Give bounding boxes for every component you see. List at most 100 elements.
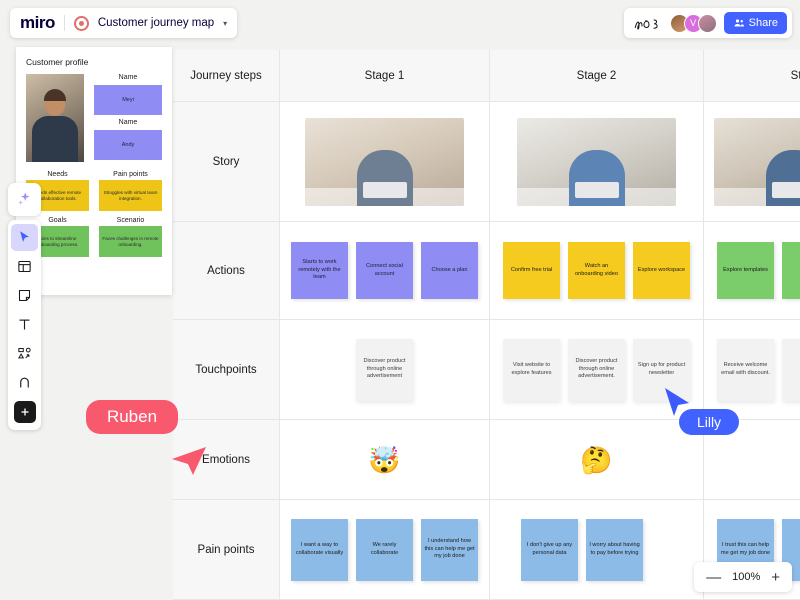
- story-image-stage-2[interactable]: [517, 117, 676, 206]
- chevron-down-icon[interactable]: ▾: [223, 19, 227, 28]
- shapes-icon: [18, 347, 31, 359]
- ruben-cursor-arrow-icon: [172, 447, 206, 475]
- story-stage-1-cell[interactable]: [280, 102, 490, 222]
- divider: [63, 15, 65, 31]
- sticky-note[interactable]: I understand how this can help me get my…: [421, 518, 478, 581]
- top-bar-right[interactable]: V Share: [623, 8, 792, 38]
- sticky-note[interactable]: Watch an onboarding video: [568, 242, 625, 299]
- cursor-icon: [20, 231, 29, 242]
- emotion-emoji[interactable]: 🤔: [580, 447, 612, 473]
- sticky-note[interactable]: [782, 338, 800, 401]
- stage-1-label: Stage 1: [364, 69, 405, 82]
- pain-points-stage-1-cell[interactable]: I want a way to collaborate visually We …: [280, 500, 490, 600]
- people-icon: [734, 19, 744, 27]
- row-label-pain-points: Pain points: [173, 500, 280, 600]
- actions-label: Actions: [207, 264, 245, 277]
- stage-3-header[interactable]: Stage 3: [704, 50, 800, 102]
- story-image-stage-3[interactable]: [714, 117, 800, 206]
- avatar[interactable]: [697, 13, 717, 33]
- story-image-stage-1[interactable]: [305, 117, 464, 206]
- sticky-note[interactable]: Connect social account: [356, 242, 413, 299]
- cursor-label-lilly: Lilly: [679, 409, 739, 435]
- sticky-note[interactable]: Explore workspace: [633, 242, 690, 299]
- sticky-note-tool[interactable]: [11, 282, 38, 309]
- sticky-note[interactable]: I want a way to collaborate visually: [291, 518, 348, 581]
- templates-tool[interactable]: [11, 253, 38, 280]
- miro-logo[interactable]: miro: [20, 13, 55, 33]
- scenario-label: Scenario: [116, 217, 145, 224]
- pen-tool[interactable]: [11, 369, 38, 396]
- sticky-note[interactable]: I don't give up any personal data: [521, 518, 578, 581]
- sticky-note[interactable]: Explore templates: [717, 242, 774, 299]
- zoom-in-button[interactable]: +: [771, 570, 780, 585]
- sticky-note[interactable]: I worry about having to pay before tryin…: [586, 518, 643, 581]
- pain-points-profile-label: Pain points: [113, 171, 148, 178]
- touchpoints-stage-3-cell[interactable]: Receive welcome email with discount.: [704, 320, 800, 420]
- sticky-note[interactable]: [782, 242, 800, 299]
- touchpoints-label: Touchpoints: [195, 363, 257, 376]
- sticky-note[interactable]: Starts to work remotely with the team: [291, 242, 348, 299]
- share-button[interactable]: Share: [723, 12, 787, 34]
- emotions-stage-1-cell[interactable]: 🤯: [280, 420, 490, 500]
- stage-2-label: Stage 2: [576, 69, 617, 82]
- sticky-note[interactable]: Receive welcome email with discount.: [717, 338, 774, 401]
- customer-profile-photo: [26, 74, 84, 162]
- board-title[interactable]: Customer journey map: [98, 17, 214, 29]
- story-stage-3-cell[interactable]: [704, 102, 800, 222]
- shapes-tool[interactable]: [11, 340, 38, 367]
- sticky-note[interactable]: Confirm free trial: [503, 242, 560, 299]
- sticky-note[interactable]: Choose a plan: [421, 242, 478, 299]
- sticky-note[interactable]: Discover product through online advertis…: [356, 338, 413, 401]
- more-tools-button[interactable]: [13, 401, 36, 423]
- share-button-label: Share: [748, 17, 778, 29]
- sticky-note-icon: [18, 289, 31, 302]
- name-label-2: Name: [118, 119, 138, 126]
- actions-stage-1-cell[interactable]: Starts to work remotely with the team Co…: [280, 222, 490, 320]
- name-value-1[interactable]: Meyi: [94, 85, 162, 115]
- story-label: Story: [212, 155, 240, 168]
- journey-steps-label: Journey steps: [190, 69, 262, 82]
- zoom-level-value[interactable]: 100%: [731, 571, 761, 583]
- actions-stage-3-cell[interactable]: Explore templates: [704, 222, 800, 320]
- row-label-story: Story: [173, 102, 280, 222]
- emotion-emoji[interactable]: 🤯: [368, 447, 400, 473]
- plus-icon: [21, 408, 28, 416]
- sticky-note[interactable]: Discover product through online advertis…: [568, 338, 625, 401]
- needs-label: Needs: [47, 171, 68, 178]
- pain-points-stage-2-cell[interactable]: I don't give up any personal data I worr…: [490, 500, 704, 600]
- pain-points-note[interactable]: Struggles with virtual team integration.: [99, 180, 162, 211]
- name-label-1: Name: [118, 74, 138, 81]
- miro-board-app: Journey steps Stage 1 Stage 2 Stage 3 St…: [0, 0, 800, 600]
- journey-map-board[interactable]: Journey steps Stage 1 Stage 2 Stage 3 St…: [173, 50, 800, 600]
- ai-tool-button[interactable]: [8, 183, 41, 216]
- stage-3-label: Stage 3: [790, 69, 800, 82]
- emotions-stage-2-cell[interactable]: 🤔: [490, 420, 704, 500]
- collaborator-avatars[interactable]: V: [669, 13, 717, 33]
- zoom-out-button[interactable]: —: [706, 570, 721, 585]
- zoom-control[interactable]: — 100% +: [694, 562, 792, 592]
- name-value-2[interactable]: Andy: [94, 130, 162, 160]
- text-tool[interactable]: [11, 311, 38, 338]
- cursor-label-ruben: Ruben: [86, 400, 178, 434]
- top-bar-left[interactable]: miro Customer journey map ▾: [10, 8, 238, 38]
- scenario-note[interactable]: Faces challenges in remote onboarding.: [99, 226, 162, 257]
- text-icon: [19, 319, 30, 330]
- sticky-note[interactable]: We rarely collaborate: [356, 518, 413, 581]
- stage-1-header[interactable]: Stage 1: [280, 50, 490, 102]
- touchpoints-stage-1-cell[interactable]: Discover product through online advertis…: [280, 320, 490, 420]
- ai-sparkle-icon: [18, 192, 30, 205]
- pen-icon: [20, 377, 29, 388]
- board-icon: [73, 15, 89, 31]
- scribble-doodle-icon[interactable]: [633, 15, 663, 31]
- cursor-tool[interactable]: [11, 224, 38, 251]
- story-stage-2-cell[interactable]: [490, 102, 704, 222]
- pain-points-label: Pain points: [197, 543, 255, 556]
- emotions-label: Emotions: [202, 453, 250, 466]
- row-label-touchpoints: Touchpoints: [173, 320, 280, 420]
- templates-icon: [18, 260, 31, 273]
- actions-stage-2-cell[interactable]: Confirm free trial Watch an onboarding v…: [490, 222, 704, 320]
- left-toolbar[interactable]: [8, 220, 41, 430]
- row-label-actions: Actions: [173, 222, 280, 320]
- sticky-note[interactable]: Visit website to explore features: [503, 338, 560, 401]
- stage-2-header[interactable]: Stage 2: [490, 50, 704, 102]
